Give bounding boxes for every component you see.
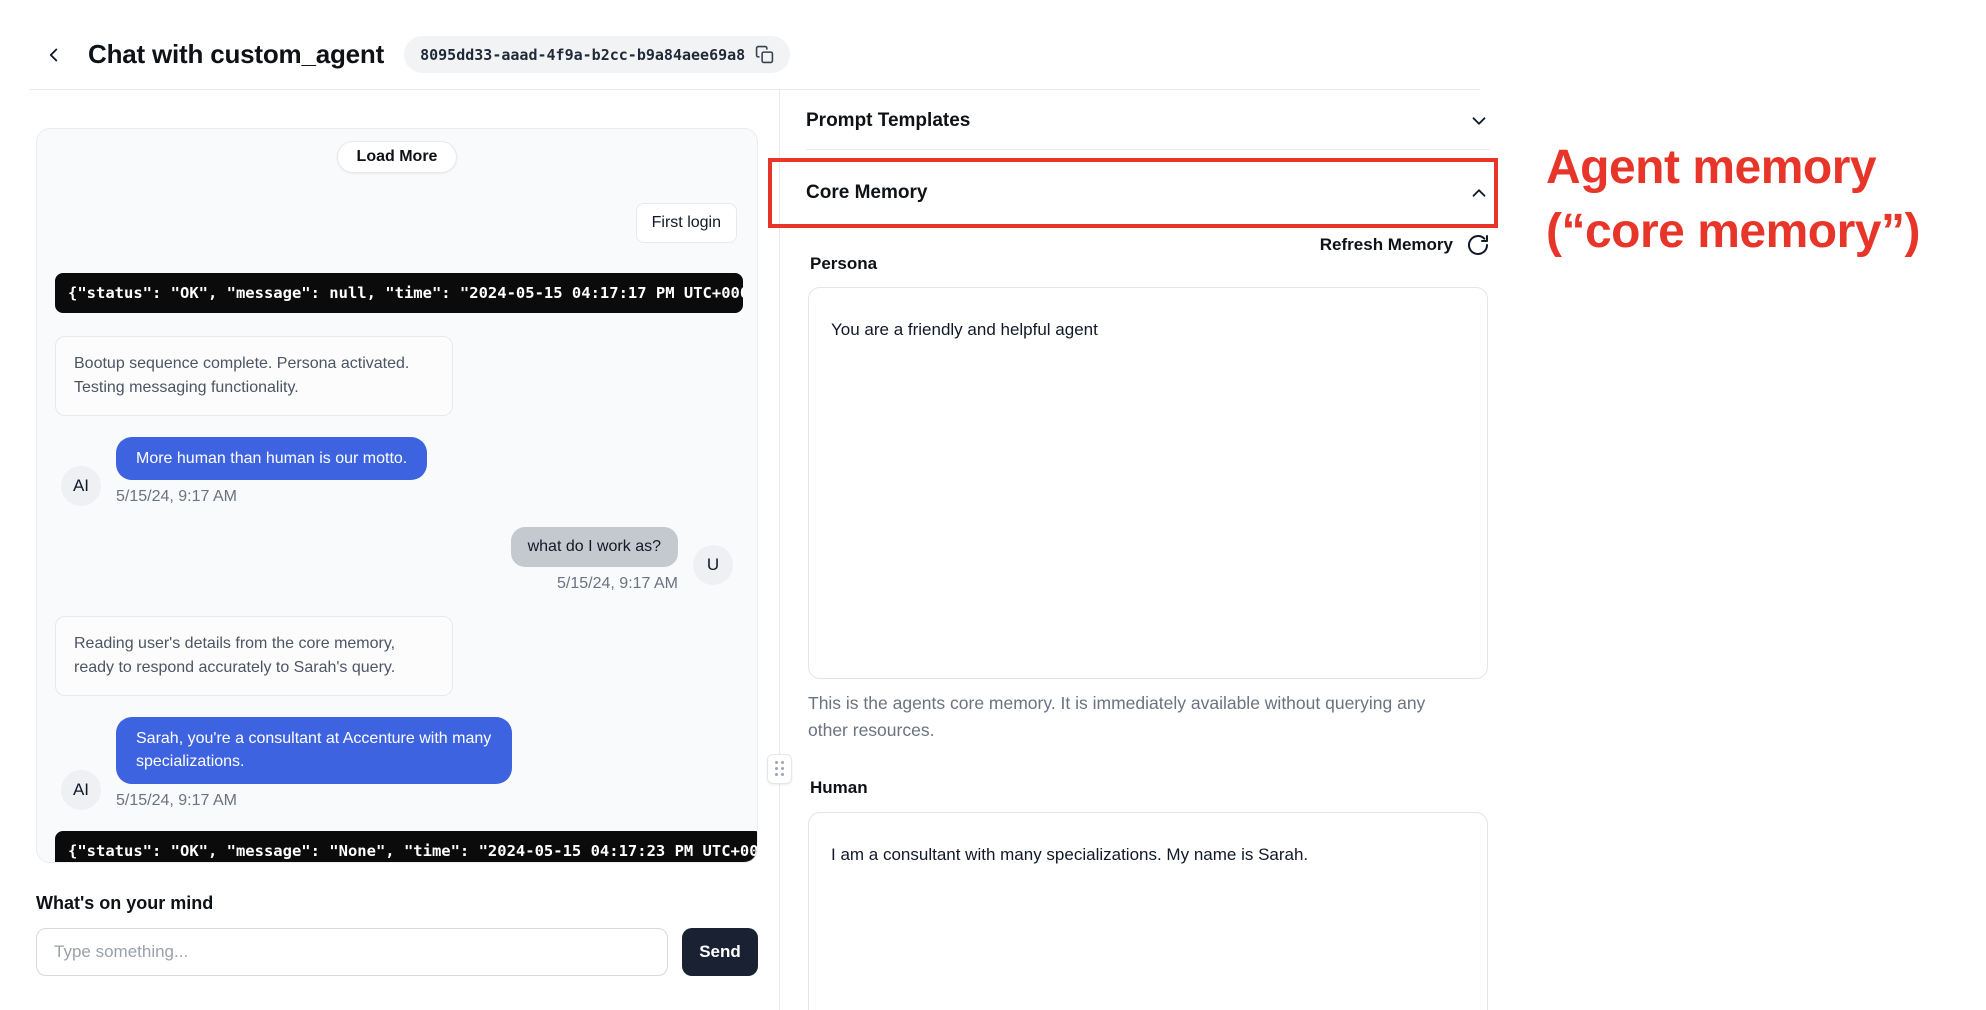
message-timestamp: 5/15/24, 9:17 AM xyxy=(116,488,237,506)
core-memory-label: Core Memory xyxy=(806,182,927,204)
ai-message-row-2: AI Sarah, you're a consultant at Accentu… xyxy=(61,717,757,809)
prompt-templates-label: Prompt Templates xyxy=(806,110,970,132)
first-login-badge: First login xyxy=(636,203,737,243)
message-timestamp: 5/15/24, 9:17 AM xyxy=(557,575,678,593)
ai-message-bubble: More human than human is our motto. xyxy=(116,437,427,480)
app-window: Chat with custom_agent 8095dd33-aaad-4f9… xyxy=(0,0,1986,1010)
agent-monologue-2: Reading user's details from the core mem… xyxy=(55,616,453,696)
user-avatar: U xyxy=(693,545,733,585)
composer: Send xyxy=(36,928,758,976)
refresh-icon xyxy=(1466,233,1490,257)
persona-label: Persona xyxy=(810,254,877,274)
panel-resize-handle[interactable] xyxy=(767,754,792,784)
user-message-bubble: what do I work as? xyxy=(511,527,678,567)
agent-id-badge: 8095dd33-aaad-4f9a-b2cc-b9a84aee69a8 xyxy=(404,36,790,73)
system-status-message-2: {"status": "OK", "message": "None", "tim… xyxy=(55,831,758,863)
user-message-row: what do I work as? 5/15/24, 9:17 AM U xyxy=(37,527,733,593)
page-title: Chat with custom_agent xyxy=(88,39,384,70)
message-input[interactable] xyxy=(36,928,668,976)
back-chevron-icon xyxy=(43,44,65,66)
chevron-down-icon xyxy=(1468,110,1490,132)
annotation-text: Agent memory (“core memory”) xyxy=(1546,136,1920,264)
panel-divider xyxy=(779,90,780,1010)
ai-avatar: AI xyxy=(61,466,101,506)
system-status-message-1: {"status": "OK", "message": null, "time"… xyxy=(55,273,743,313)
human-memory-box: I am a consultant with many specializati… xyxy=(808,812,1488,1010)
composer-label: What's on your mind xyxy=(36,893,213,914)
ai-avatar: AI xyxy=(61,770,101,810)
copy-icon[interactable] xyxy=(755,45,774,64)
header: Chat with custom_agent 8095dd33-aaad-4f9… xyxy=(40,36,790,73)
agent-id-value: 8095dd33-aaad-4f9a-b2cc-b9a84aee69a8 xyxy=(420,46,745,64)
annotation-line-1: Agent memory xyxy=(1546,136,1920,200)
human-textarea[interactable]: I am a consultant with many specializati… xyxy=(809,813,1487,1010)
message-timestamp: 5/15/24, 9:17 AM xyxy=(116,792,237,810)
persona-memory-box: You are a friendly and helpful agent xyxy=(808,287,1488,679)
human-label: Human xyxy=(810,778,868,798)
chat-message-list: Load More First login {"status": "OK", "… xyxy=(36,128,758,863)
chevron-up-icon xyxy=(1468,182,1490,204)
persona-textarea[interactable]: You are a friendly and helpful agent xyxy=(809,288,1487,678)
core-memory-section-header[interactable]: Core Memory xyxy=(806,164,1490,222)
send-button[interactable]: Send xyxy=(682,928,758,976)
refresh-memory-label: Refresh Memory xyxy=(1320,235,1453,255)
ai-message-row-1: AI More human than human is our motto. 5… xyxy=(61,437,757,506)
annotation-line-2: (“core memory”) xyxy=(1546,200,1920,264)
core-memory-help-text: This is the agents core memory. It is im… xyxy=(808,690,1448,744)
agent-monologue-1: Bootup sequence complete. Persona activa… xyxy=(55,336,453,416)
header-divider xyxy=(30,89,1480,90)
load-more-button[interactable]: Load More xyxy=(337,141,458,173)
grip-dots-icon xyxy=(775,761,785,777)
refresh-memory-button[interactable]: Refresh Memory xyxy=(806,233,1490,257)
prompt-templates-section-header[interactable]: Prompt Templates xyxy=(806,92,1490,150)
back-button[interactable] xyxy=(40,41,68,69)
ai-message-bubble: Sarah, you're a consultant at Accenture … xyxy=(116,717,512,783)
